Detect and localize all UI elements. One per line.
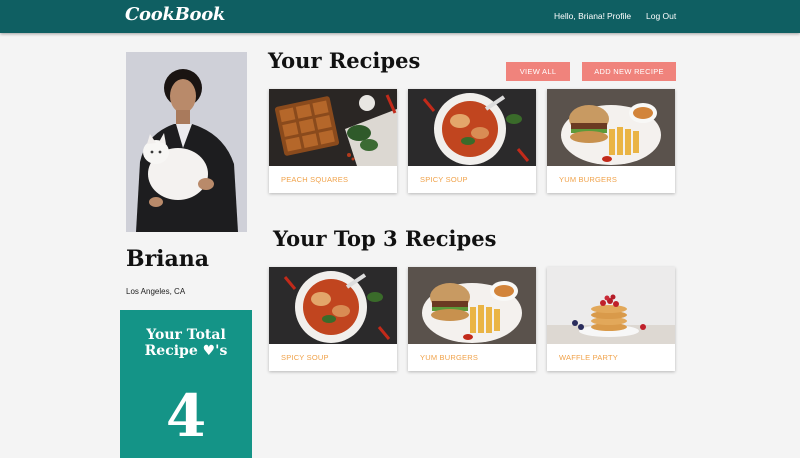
view-all-button[interactable]: VIEW ALL bbox=[506, 62, 570, 81]
recipe-card[interactable]: PEACH SQUARES bbox=[269, 89, 397, 193]
brand-logo[interactable]: CookBook bbox=[125, 4, 225, 25]
top-recipe-card[interactable]: YUM BURGERS bbox=[408, 267, 536, 371]
top-recipe-card-label[interactable]: YUM BURGERS bbox=[420, 353, 478, 362]
navbar: CookBook Hello, Briana! Profile Log Out bbox=[0, 0, 800, 33]
recipe-card[interactable]: YUM BURGERS bbox=[547, 89, 675, 193]
recipe-card[interactable]: SPICY SOUP bbox=[408, 89, 536, 193]
spicy-soup-photo[interactable] bbox=[269, 267, 397, 344]
waffle-party-photo[interactable] bbox=[547, 267, 675, 344]
nav-logout-link[interactable]: Log Out bbox=[646, 11, 676, 21]
profile-photo bbox=[126, 52, 247, 232]
top-recipe-card-label[interactable]: WAFFLE PARTY bbox=[559, 353, 618, 362]
total-hearts-title: Your Total Recipe ♥'s bbox=[120, 327, 252, 359]
recipe-card-label[interactable]: SPICY SOUP bbox=[420, 175, 468, 184]
nav-greeting: Hello, Briana! bbox=[554, 11, 606, 21]
top-recipe-card[interactable]: SPICY SOUP bbox=[269, 267, 397, 371]
yum-burgers-photo[interactable] bbox=[547, 89, 675, 166]
top-3-recipes-title: Your Top 3 Recipes bbox=[273, 226, 497, 251]
total-hearts-count: 4 bbox=[165, 382, 207, 450]
top-recipe-card[interactable]: WAFFLE PARTY bbox=[547, 267, 675, 371]
profile-name: Briana bbox=[126, 246, 210, 272]
recipe-card-label[interactable]: YUM BURGERS bbox=[559, 175, 617, 184]
your-recipes-title: Your Recipes bbox=[268, 48, 421, 73]
total-hearts-card: Your Total Recipe ♥'s 4 bbox=[120, 310, 252, 458]
top-recipe-card-label[interactable]: SPICY SOUP bbox=[281, 353, 329, 362]
total-hearts-title-line1: Your Total bbox=[146, 327, 226, 343]
peach-squares-photo[interactable] bbox=[269, 89, 397, 166]
profile-location: Los Angeles, CA bbox=[126, 287, 186, 296]
nav-profile-link[interactable]: Profile bbox=[607, 11, 631, 21]
total-hearts-title-line2: Recipe ♥'s bbox=[144, 343, 228, 359]
add-new-recipe-button[interactable]: ADD NEW RECIPE bbox=[582, 62, 676, 81]
recipe-card-label[interactable]: PEACH SQUARES bbox=[281, 175, 348, 184]
spicy-soup-photo[interactable] bbox=[408, 89, 536, 166]
yum-burgers-photo[interactable] bbox=[408, 267, 536, 344]
